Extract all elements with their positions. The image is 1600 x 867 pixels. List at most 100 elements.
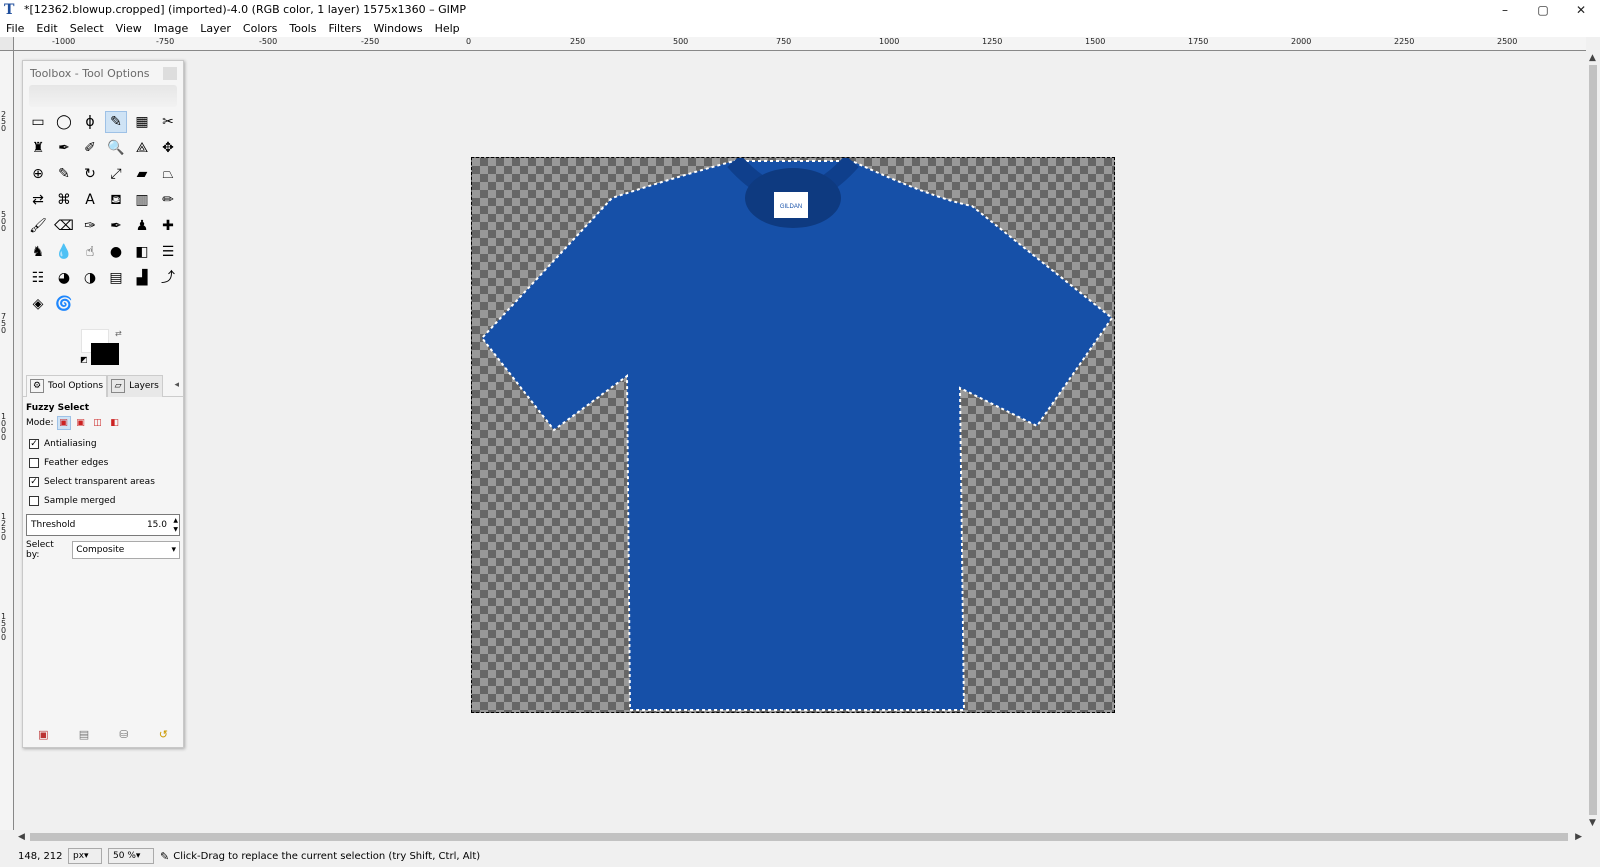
- unit-select[interactable]: px ▾: [68, 848, 102, 864]
- mode-intersect-button[interactable]: ◧: [108, 416, 122, 430]
- vertical-ruler[interactable]: 250 500 750 1000 1250 1500: [0, 51, 14, 830]
- tab-menu-icon[interactable]: ◂: [174, 380, 179, 390]
- sample-merged-option[interactable]: Sample merged: [29, 491, 183, 510]
- colorize-icon[interactable]: ◕: [53, 267, 75, 289]
- background-color[interactable]: [91, 343, 119, 365]
- zoom-select[interactable]: 50 % ▾: [108, 848, 154, 864]
- menu-image[interactable]: Image: [154, 22, 188, 35]
- spiral-icon[interactable]: 🌀: [53, 293, 75, 315]
- horizontal-scroll-thumb[interactable]: [30, 833, 1568, 841]
- perspective-clone-icon[interactable]: ♞: [27, 241, 49, 263]
- menu-windows[interactable]: Windows: [373, 22, 422, 35]
- tab-tool-options[interactable]: ⚙ Tool Options: [26, 374, 108, 397]
- dock-title-bar[interactable]: Toolbox - Tool Options: [23, 61, 183, 85]
- scroll-left-icon[interactable]: ◀: [18, 832, 25, 842]
- rect-select-icon[interactable]: ▭: [27, 111, 49, 133]
- pencil-icon[interactable]: ✏: [157, 189, 179, 211]
- menu-layer[interactable]: Layer: [200, 22, 231, 35]
- horizontal-ruler[interactable]: -1000 -750 -500 -250 0 250 500 750 1000 …: [14, 37, 1586, 51]
- eraser-icon[interactable]: ⌫: [53, 215, 75, 237]
- heal-icon[interactable]: ✚: [157, 215, 179, 237]
- reset-colors-icon[interactable]: ◩: [80, 355, 88, 364]
- wilber-drop-area[interactable]: [29, 85, 177, 107]
- dock-close-button[interactable]: [163, 67, 177, 80]
- tab-layers[interactable]: ▱ Layers: [107, 374, 163, 397]
- threshold-icon[interactable]: ▤: [105, 267, 127, 289]
- cage-icon[interactable]: ⌘: [53, 189, 75, 211]
- vertical-scroll-thumb[interactable]: [1589, 65, 1597, 815]
- menu-file[interactable]: File: [6, 22, 24, 35]
- ellipse-select-icon[interactable]: ◯: [53, 111, 75, 133]
- reset-icon[interactable]: ↺: [159, 728, 168, 741]
- free-select-icon[interactable]: ϕ: [79, 111, 101, 133]
- zoom-icon[interactable]: 🔍: [105, 137, 127, 159]
- horizontal-scrollbar[interactable]: ◀ ▶: [14, 830, 1586, 844]
- smudge-icon[interactable]: ☝: [79, 241, 101, 263]
- select-transparent-option[interactable]: ✓ Select transparent areas: [29, 472, 183, 491]
- paths-icon[interactable]: ✒: [53, 137, 75, 159]
- select-transparent-checkbox[interactable]: ✓: [29, 476, 39, 487]
- shear-icon[interactable]: ▰: [131, 163, 153, 185]
- foreground-select-icon[interactable]: ♜: [27, 137, 49, 159]
- mode-add-button[interactable]: ▣: [74, 416, 88, 430]
- desaturate-icon[interactable]: ◧: [131, 241, 153, 263]
- menu-colors[interactable]: Colors: [243, 22, 277, 35]
- menu-tools[interactable]: Tools: [289, 22, 316, 35]
- blur-icon[interactable]: 💧: [53, 241, 75, 263]
- scroll-up-icon[interactable]: ▲: [1589, 53, 1596, 63]
- levels-icon[interactable]: ▟: [131, 267, 153, 289]
- ink-icon[interactable]: ✒: [105, 215, 127, 237]
- paintbrush-icon[interactable]: 🖌: [27, 215, 49, 237]
- select-by-combo[interactable]: Composite ▾: [72, 541, 180, 559]
- curves-icon[interactable]: ⤴: [157, 267, 179, 289]
- canvas-area[interactable]: GILDAN: [15, 51, 1586, 830]
- vertical-scrollbar[interactable]: ▲ ▼: [1586, 51, 1600, 830]
- scroll-right-icon[interactable]: ▶: [1575, 832, 1582, 842]
- mode-subtract-button[interactable]: ◫: [91, 416, 105, 430]
- color-balance-icon[interactable]: ☰: [157, 241, 179, 263]
- threshold-slider[interactable]: Threshold 15.0 ▲ ▼: [26, 514, 180, 536]
- menu-filters[interactable]: Filters: [328, 22, 361, 35]
- menu-help[interactable]: Help: [435, 22, 460, 35]
- transform-icon[interactable]: ✎: [53, 163, 75, 185]
- feather-edges-option[interactable]: Feather edges: [29, 453, 183, 472]
- minimize-button[interactable]: –: [1486, 0, 1524, 19]
- antialiasing-option[interactable]: ✓ Antialiasing: [29, 434, 183, 453]
- scale-icon[interactable]: ⤢: [105, 163, 127, 185]
- rotate-icon[interactable]: ↻: [79, 163, 101, 185]
- gradient-icon[interactable]: ▥: [131, 189, 153, 211]
- save-preset-icon[interactable]: ▣: [38, 728, 48, 741]
- brightness-contrast-icon[interactable]: ◑: [79, 267, 101, 289]
- fuzzy-select-icon[interactable]: ✎: [105, 111, 127, 133]
- quick-mask-toggle[interactable]: [0, 37, 14, 51]
- menu-edit[interactable]: Edit: [36, 22, 57, 35]
- sample-merged-checkbox[interactable]: [29, 495, 39, 506]
- measure-icon[interactable]: ⟁: [131, 137, 153, 159]
- dodge-burn-icon[interactable]: ●: [105, 241, 127, 263]
- airbrush-icon[interactable]: ✑: [79, 215, 101, 237]
- hue-saturation-icon[interactable]: ☷: [27, 267, 49, 289]
- color-picker-icon[interactable]: ✐: [79, 137, 101, 159]
- move-icon[interactable]: ✥: [157, 137, 179, 159]
- swap-colors-icon[interactable]: ⇄: [115, 329, 122, 338]
- scissors-icon[interactable]: ✂: [157, 111, 179, 133]
- antialiasing-checkbox[interactable]: ✓: [29, 438, 39, 449]
- delete-preset-icon[interactable]: ⛁: [119, 728, 128, 741]
- select-by-color-icon[interactable]: ▦: [131, 111, 153, 133]
- clone-icon[interactable]: ♟: [131, 215, 153, 237]
- text-icon[interactable]: A: [79, 189, 101, 211]
- bucket-fill-icon[interactable]: ⛾: [105, 189, 127, 211]
- posterize-icon[interactable]: ◈: [27, 293, 49, 315]
- threshold-spin-icon[interactable]: ▲ ▼: [173, 516, 178, 534]
- image-canvas[interactable]: GILDAN: [471, 157, 1115, 713]
- menu-select[interactable]: Select: [70, 22, 104, 35]
- close-button[interactable]: ✕: [1562, 0, 1600, 19]
- scroll-down-icon[interactable]: ▼: [1589, 818, 1596, 828]
- align-icon[interactable]: ⊕: [27, 163, 49, 185]
- menu-view[interactable]: View: [116, 22, 142, 35]
- restore-button[interactable]: ▢: [1524, 0, 1562, 19]
- mode-replace-button[interactable]: ▣: [56, 416, 71, 430]
- restore-preset-icon[interactable]: ▤: [79, 728, 89, 741]
- flip-icon[interactable]: ⇄: [27, 189, 49, 211]
- perspective-icon[interactable]: ⏢: [157, 163, 179, 185]
